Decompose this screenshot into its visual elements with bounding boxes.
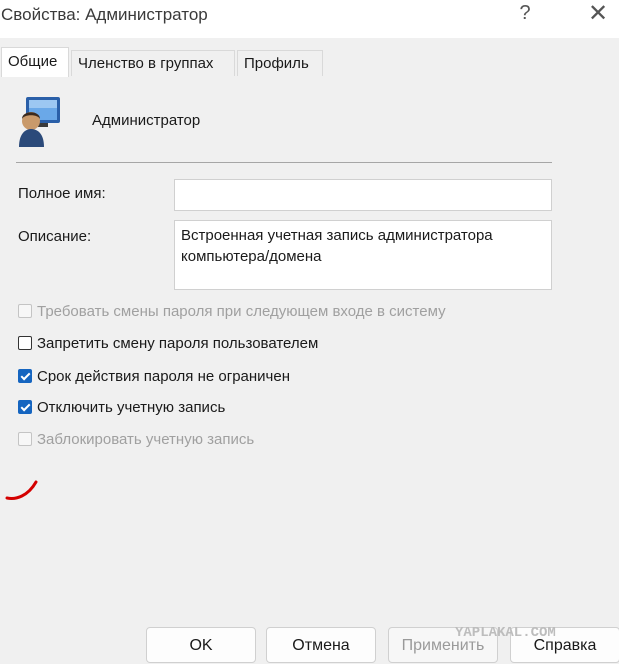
window-title: Свойства: Администратор — [1, 5, 208, 24]
description-input[interactable]: Встроенная учетная запись администратора… — [174, 220, 552, 290]
description-label: Описание: — [18, 228, 92, 245]
tab-group-membership[interactable]: Членство в группах — [71, 50, 235, 76]
must-change-password-checkbox[interactable] — [18, 304, 32, 318]
checkbox-row-account-disabled: Отключить учетную запись — [18, 396, 225, 418]
cannot-change-password-label: Запретить смену пароля пользователем — [37, 334, 319, 352]
checkbox-row-password-never-expires: Срок действия пароля не ограничен — [18, 365, 290, 387]
account-locked-checkbox[interactable] — [18, 432, 32, 446]
full-name-input[interactable] — [174, 179, 552, 211]
full-name-label: Полное имя: — [18, 185, 106, 202]
checkbox-row-must-change-password: Требовать смены пароля при следующем вхо… — [18, 300, 446, 322]
cannot-change-password-checkbox[interactable] — [18, 336, 32, 350]
tab-strip: Общие Членство в группах Профиль — [0, 38, 619, 77]
password-never-expires-label: Срок действия пароля не ограничен — [37, 367, 290, 385]
red-underline-mark — [5, 480, 38, 500]
tab-profile[interactable]: Профиль — [237, 50, 323, 76]
ok-button[interactable]: OK — [146, 627, 256, 663]
user-name: Администратор — [92, 112, 201, 129]
checkbox-row-cannot-change-password: Запретить смену пароля пользователем — [18, 332, 318, 354]
account-locked-label: Заблокировать учетную запись — [37, 430, 255, 448]
account-disabled-checkbox[interactable] — [18, 400, 32, 414]
account-disabled-label: Отключить учетную запись — [37, 398, 226, 416]
cancel-button[interactable]: Отмена — [266, 627, 376, 663]
separator — [16, 162, 552, 163]
checkbox-row-account-locked: Заблокировать учетную запись — [18, 428, 254, 450]
tab-general[interactable]: Общие — [1, 47, 69, 77]
must-change-password-label: Требовать смены пароля при следующем вхо… — [37, 302, 446, 320]
password-never-expires-checkbox[interactable] — [18, 369, 32, 383]
help-icon[interactable]: ? — [510, 2, 540, 25]
title-bar: Свойства: Администратор ? ✕ — [0, 0, 619, 34]
user-account-icon — [19, 97, 60, 147]
general-tab-panel: Администратор Полное имя: Описание: Встр… — [0, 76, 619, 616]
watermark: YAPLAKAL.COM — [455, 625, 556, 641]
close-icon[interactable]: ✕ — [583, 0, 613, 28]
